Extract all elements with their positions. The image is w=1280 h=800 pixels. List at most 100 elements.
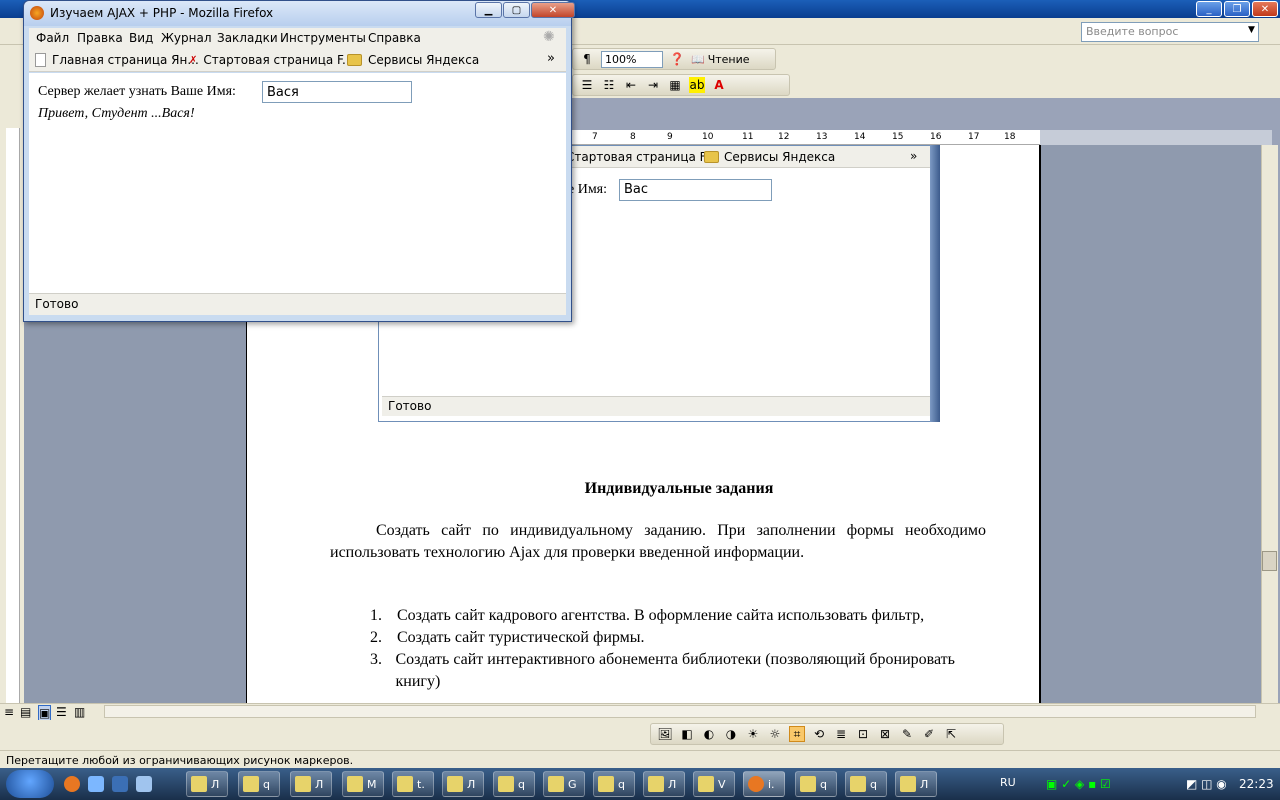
vertical-ruler[interactable] (6, 128, 20, 703)
list-number: 1. (370, 607, 382, 624)
color-icon[interactable]: ◧ (679, 726, 695, 742)
format-picture-icon[interactable]: ✎ (899, 726, 915, 742)
help-dropdown-icon[interactable]: ▼ (1248, 25, 1255, 35)
taskbar-item[interactable]: q (593, 771, 635, 797)
taskbar-item[interactable]: М (342, 771, 384, 797)
taskbar-label: t. (417, 777, 425, 791)
taskbar-item[interactable]: Л (442, 771, 484, 797)
maximize-icon[interactable]: ▢ (503, 2, 530, 18)
outline-view-icon[interactable]: ☰ (56, 705, 67, 719)
language-indicator[interactable]: RU (1000, 776, 1016, 789)
switch-windows-icon[interactable] (136, 776, 152, 792)
reset-picture-icon[interactable]: ⇱ (943, 726, 959, 742)
help-icon[interactable]: ❓ (669, 51, 685, 67)
ruler-number: 15 (892, 132, 904, 142)
transparent-color-icon[interactable]: ✐ (921, 726, 937, 742)
brightness-up-icon[interactable]: ☀ (745, 726, 761, 742)
tray-icons[interactable]: ▣ ✓ ◈ ▪ ☑ (1046, 777, 1111, 791)
taskbar-label: М (367, 777, 377, 791)
close-icon[interactable]: ✕ (531, 2, 575, 18)
folder-icon (704, 151, 719, 163)
bookmarks-toolbar: Главная страница Ян... ✗ Стартовая стран… (29, 48, 566, 72)
restore-icon[interactable]: ❐ (1224, 1, 1250, 17)
horizontal-scrollbar[interactable] (104, 705, 1256, 718)
text-wrap-icon[interactable]: ⊠ (877, 726, 893, 742)
app-icon (800, 776, 816, 792)
show-desktop-icon[interactable] (88, 776, 104, 792)
font-color-icon[interactable]: A (711, 77, 727, 93)
taskbar-item[interactable]: G (543, 771, 585, 797)
taskbar-item[interactable]: q (795, 771, 837, 797)
taskbar-item[interactable]: Л (186, 771, 228, 797)
ie-quicklaunch-icon[interactable] (112, 776, 128, 792)
firefox-quicklaunch-icon[interactable] (64, 776, 80, 792)
firefox-icon (748, 776, 764, 792)
bookmark-start-page[interactable]: ✗ Стартовая страница F... (189, 53, 353, 67)
paragraph-marks-icon[interactable]: ¶ (579, 51, 595, 67)
embedded-bookmark: Стартовая страница F... (566, 150, 717, 164)
taskbar-item[interactable]: Л (643, 771, 685, 797)
taskbar-item-active[interactable]: i. (743, 771, 785, 797)
zoom-select[interactable]: 100% (601, 50, 663, 68)
menu-help[interactable]: Справка (368, 31, 421, 45)
bulleted-list-icon[interactable]: ☷ (601, 77, 617, 93)
menu-edit[interactable]: Правка (77, 31, 123, 45)
taskbar-item[interactable]: Л (290, 771, 332, 797)
normal-view-icon[interactable]: ≡ (4, 705, 14, 719)
taskbar-label: q (263, 777, 270, 791)
start-button[interactable] (6, 770, 54, 798)
rotate-icon[interactable]: ⟲ (811, 726, 827, 742)
taskbar-label: i. (768, 777, 775, 791)
highlight-icon[interactable]: ab (689, 77, 705, 93)
menu-view[interactable]: Вид (129, 31, 153, 45)
ruler-number: 9 (667, 132, 673, 142)
taskbar-item[interactable]: q (845, 771, 887, 797)
contrast-down-icon[interactable]: ◑ (723, 726, 739, 742)
page-view-icon[interactable]: ▣ (38, 705, 52, 721)
embedded-status-bar: Готово (382, 396, 930, 416)
close-icon[interactable]: ✕ (1252, 1, 1278, 17)
increase-indent-icon[interactable]: ⇥ (645, 77, 661, 93)
insert-picture-icon[interactable]: 🖼 (657, 726, 673, 742)
brightness-down-icon[interactable]: ☼ (767, 726, 783, 742)
menu-bookmarks[interactable]: Закладки (217, 31, 278, 45)
app-icon (447, 776, 463, 792)
minimize-icon[interactable]: _ (1196, 1, 1222, 17)
vertical-scrollbar[interactable] (1261, 145, 1278, 703)
decrease-indent-icon[interactable]: ⇤ (623, 77, 639, 93)
taskbar-item[interactable]: q (493, 771, 535, 797)
vertical-scroll-thumb[interactable] (1262, 551, 1277, 571)
reading-view-icon[interactable]: ▥ (74, 705, 85, 719)
taskbar-item[interactable]: V (693, 771, 735, 797)
drawing-toolbar: 🖼 ◧ ◐ ◑ ☀ ☼ ⌗ ⟲ ≣ ⊡ ⊠ ✎ ✐ ⇱ (0, 720, 1280, 750)
greeting-text: Привет, Студент ...Вася! (38, 106, 195, 121)
contrast-up-icon[interactable]: ◐ (701, 726, 717, 742)
taskbar-label: q (518, 777, 525, 791)
horizontal-ruler[interactable]: 7 8 9 10 11 12 13 14 15 16 17 18 (570, 130, 1040, 145)
minimize-icon[interactable]: ▁ (475, 2, 502, 18)
tray-system-icons[interactable]: ◩ ◫ ◉ (1186, 777, 1227, 791)
crop-icon[interactable]: ⌗ (789, 726, 805, 742)
bookmark-yandex-home[interactable]: Главная страница Ян... (35, 53, 199, 67)
ruler-number: 14 (854, 132, 866, 142)
chevron-right-icon[interactable]: » (547, 51, 555, 66)
menu-file[interactable]: Файл (36, 31, 69, 45)
app-icon (698, 776, 714, 792)
taskbar-item[interactable]: q (238, 771, 280, 797)
clock[interactable]: 22:23 (1239, 777, 1274, 791)
name-input[interactable] (262, 81, 412, 103)
border-icon[interactable]: ▦ (667, 77, 683, 93)
reading-button[interactable]: 📖 Чтение (691, 53, 750, 66)
numbered-list-icon[interactable]: ☰ (579, 77, 595, 93)
menu-tools[interactable]: Инструменты (280, 31, 366, 45)
menu-history[interactable]: Журнал (161, 31, 212, 45)
web-view-icon[interactable]: ▤ (20, 705, 31, 719)
help-search-input[interactable]: Введите вопрос (1081, 22, 1259, 42)
taskbar-item[interactable]: Л (895, 771, 937, 797)
line-style-icon[interactable]: ≣ (833, 726, 849, 742)
taskbar-item[interactable]: t. (392, 771, 434, 797)
compress-icon[interactable]: ⊡ (855, 726, 871, 742)
bookmark-yandex-services[interactable]: Сервисы Яндекса (347, 53, 479, 67)
ruler-margin (1040, 130, 1272, 145)
ruler-number: 18 (1004, 132, 1016, 142)
